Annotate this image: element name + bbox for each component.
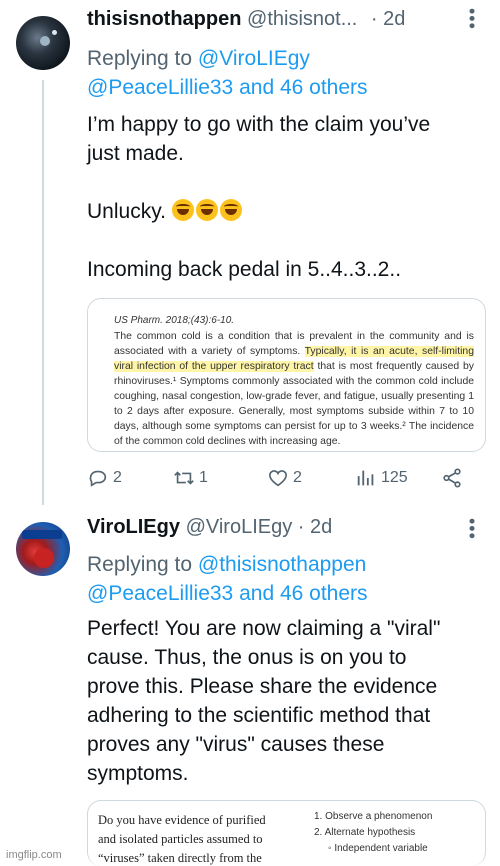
image-line: “viruses” taken directly from the (98, 851, 262, 865)
retweet-count: 1 (199, 469, 208, 486)
heart-icon (268, 470, 288, 487)
replying-prefix: Replying to (87, 47, 198, 70)
tweet-header: thisisnothappen @thisisnot... · 2d (87, 8, 490, 38)
avatar[interactable] (16, 16, 70, 70)
text-line: Unlucky. (87, 197, 484, 226)
grinning-squinting-face-icon (171, 199, 194, 221)
image-text-left: Do you have evidence of purified and iso… (88, 801, 293, 866)
reply-button[interactable]: 2 (87, 464, 122, 492)
mention-link[interactable]: @ViroLIEgy (198, 47, 310, 70)
text-line: Perfect! You are now claiming a "viral" (87, 617, 441, 640)
others-link[interactable]: and 46 others (233, 582, 367, 605)
mention-link[interactable]: @PeaceLillie33 (87, 582, 233, 605)
tweet-text: Perfect! You are now claiming a "viral" … (87, 614, 484, 788)
text-line: proves any "virus" causes these (87, 733, 385, 756)
text-line: just made. (87, 142, 184, 165)
image-line: 2. Alternate hypothesis (314, 827, 416, 838)
display-name[interactable]: thisisnothappen (87, 8, 241, 30)
views-button[interactable]: 125 (355, 464, 408, 492)
share-icon (443, 468, 461, 488)
more-icon[interactable]: ••• (461, 518, 482, 540)
text-line: symptoms. (87, 762, 189, 785)
display-name[interactable]: ViroLIEgy (87, 516, 180, 538)
text-line: I’m happy to go with the claim you’ve (87, 113, 431, 136)
text-line: adhering to the scientific method that (87, 704, 431, 727)
handle[interactable]: @thisisnot... (247, 8, 357, 30)
views-icon (357, 470, 374, 486)
action-bar: 2 1 2 125 (87, 464, 477, 492)
attached-image[interactable]: US Pharm. 2018;(43):6-10. The common col… (87, 298, 486, 452)
excerpt-text: that is most frequently caused by rhinov… (114, 361, 474, 447)
handle[interactable]: @ViroLIEgy (186, 516, 293, 538)
text-fragment: Unlucky. (87, 200, 172, 223)
image-line: Do you have evidence of purified (98, 813, 266, 827)
image-line: ◦ Independent variable (328, 843, 428, 854)
text-line: cause. Thus, the onus is on you to (87, 646, 407, 669)
replying-to: Replying to @thisisnothappen @PeaceLilli… (87, 550, 368, 608)
tweet-text: I’m happy to go with the claim you’ve ju… (87, 110, 484, 284)
mention-link[interactable]: @thisisnothappen (198, 553, 366, 576)
views-count: 125 (381, 469, 408, 486)
like-count: 2 (293, 469, 302, 486)
retweet-button[interactable]: 1 (173, 464, 208, 492)
citation: US Pharm. 2018;(43):6-10. (114, 315, 235, 326)
like-button[interactable]: 2 (267, 464, 302, 492)
separator: · (297, 516, 305, 538)
grinning-squinting-face-icon (195, 199, 218, 221)
text-line: Incoming back pedal in 5..4..3..2.. (87, 258, 402, 281)
timestamp[interactable]: 2d (310, 516, 332, 538)
others-link[interactable]: and 46 others (233, 76, 367, 99)
watermark: imgflip.com (6, 849, 62, 861)
replying-prefix: Replying to (87, 553, 198, 576)
excerpt: The common cold is a condition that is p… (114, 329, 474, 449)
image-line: and isolated particles assumed to (98, 832, 263, 846)
separator: · (370, 8, 378, 30)
text-line: prove this. Please share the evidence (87, 675, 438, 698)
image-text-right: 1. Observe a phenomenon 2. Alternate hyp… (306, 801, 485, 866)
avatar[interactable] (16, 522, 70, 576)
more-icon[interactable]: ••• (461, 8, 482, 30)
mention-link[interactable]: @PeaceLillie33 (87, 76, 233, 99)
replying-to: Replying to @ViroLIEgy @PeaceLillie33 an… (87, 44, 368, 102)
grinning-squinting-face-icon (219, 199, 242, 221)
share-button[interactable] (441, 464, 467, 492)
retweet-icon (174, 471, 194, 485)
tweet-header: ViroLIEgy @ViroLIEgy · 2d (87, 516, 490, 546)
reply-icon (89, 470, 107, 487)
thread-connector-line (42, 80, 44, 505)
image-line: 1. Observe a phenomenon (314, 811, 433, 822)
attached-image[interactable]: Do you have evidence of purified and iso… (87, 800, 486, 866)
reply-count: 2 (113, 469, 122, 486)
timestamp[interactable]: 2d (383, 8, 405, 30)
